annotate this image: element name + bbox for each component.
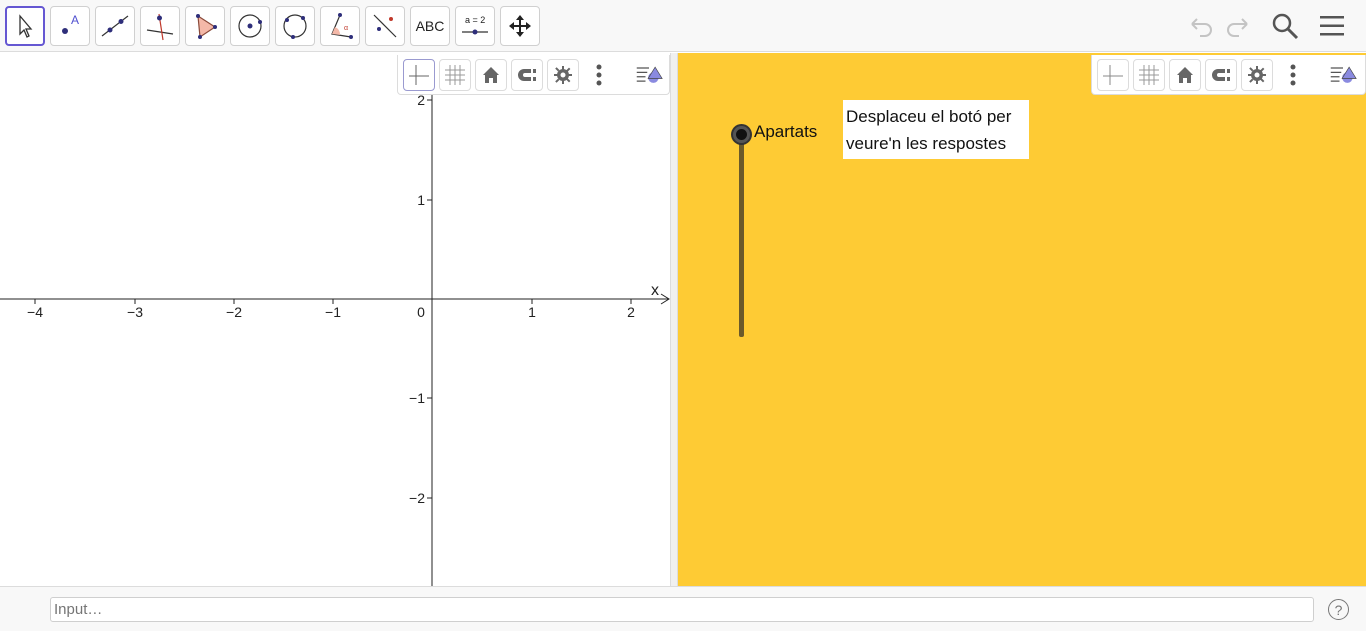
x-axis-name: x <box>651 282 659 299</box>
reflect-tool-button[interactable] <box>365 6 405 46</box>
x-tick-label: 2 <box>627 304 635 320</box>
slider-label: Apartats <box>754 122 818 141</box>
axes-icon <box>409 65 429 85</box>
circle-center-icon <box>238 14 262 38</box>
point-capturing-button[interactable] <box>1205 59 1237 91</box>
graphics-settings-button[interactable] <box>1241 59 1273 91</box>
more-vert-icon <box>596 64 602 86</box>
graphics-1-style-bar <box>397 55 670 95</box>
standard-view-button[interactable] <box>475 59 507 91</box>
menu-icon <box>1320 16 1344 36</box>
graphics-view-2[interactable]: Apartats Desplaceu el botó per veure'n l… <box>678 53 1366 586</box>
help-icon[interactable]: ? <box>1328 599 1349 620</box>
polygon-icon <box>196 14 217 39</box>
x-tick-label: −3 <box>127 304 143 320</box>
slider-icon: a = 2 <box>462 15 488 35</box>
svg-text:A: A <box>71 13 79 27</box>
y-tick-label: −2 <box>409 490 425 506</box>
point-icon: A <box>62 13 79 34</box>
graphics-settings-button[interactable] <box>547 59 579 91</box>
undo-button[interactable] <box>1183 8 1219 44</box>
x-tick-label: −1 <box>325 304 341 320</box>
more-options-button[interactable] <box>1277 59 1309 91</box>
view-divider[interactable] <box>670 53 678 586</box>
toggle-grid-button[interactable] <box>439 59 471 91</box>
polygon-tool-button[interactable] <box>185 6 225 46</box>
x-tick-label: 1 <box>528 304 536 320</box>
gear-icon <box>1248 66 1266 84</box>
slider-track[interactable] <box>739 133 744 337</box>
point-capturing-button[interactable] <box>511 59 543 91</box>
arrow-cursor-icon <box>19 14 33 38</box>
text-tool-button[interactable]: ABC <box>410 6 450 46</box>
search-button[interactable] <box>1267 8 1303 44</box>
slider-handle[interactable] <box>733 126 750 143</box>
y-tick-label: 1 <box>417 192 425 208</box>
redo-icon <box>1227 18 1248 37</box>
graphics-canvas-1[interactable]: −4 −3 −2 −1 0 1 2 2 1 −1 −2 x <box>0 53 670 586</box>
graphics-view-1[interactable]: −4 −3 −2 −1 0 1 2 2 1 −1 −2 x <box>0 53 670 586</box>
search-icon <box>1272 13 1299 40</box>
graphics-2-style-bar <box>1091 55 1366 95</box>
undo-icon <box>1191 18 1212 37</box>
snap-icon <box>1212 69 1230 81</box>
view-menu-icon <box>1330 66 1357 83</box>
perpendicular-icon <box>146 13 174 41</box>
reflect-icon <box>373 14 397 38</box>
snap-icon <box>518 69 536 81</box>
line-tool-button[interactable] <box>95 6 135 46</box>
grid-icon <box>445 65 465 85</box>
text-icon: ABC <box>415 18 445 34</box>
x-tick-label: −4 <box>27 304 43 320</box>
move-graphics-tool-button[interactable] <box>500 6 540 46</box>
slider-icon-label: a = 2 <box>465 15 485 25</box>
view-menu-button[interactable] <box>1325 59 1361 91</box>
move-tool-button[interactable] <box>5 6 45 46</box>
instruction-line-2: veure'n les respostes <box>846 134 1007 153</box>
input-bar: ? <box>0 586 1366 631</box>
circle-tool-button[interactable] <box>230 6 270 46</box>
point-tool-button[interactable]: A <box>50 6 90 46</box>
y-tick-label: −1 <box>409 390 425 406</box>
move-arrows-icon <box>509 15 531 37</box>
toggle-grid-button[interactable] <box>1133 59 1165 91</box>
angle-tool-button[interactable]: α <box>320 6 360 46</box>
standard-view-button[interactable] <box>1169 59 1201 91</box>
slider-tool-button[interactable]: a = 2 <box>455 6 495 46</box>
instruction-text-box: Desplaceu el botó per veure'n les respos… <box>843 100 1029 159</box>
home-icon <box>1177 67 1193 83</box>
view-menu-button[interactable] <box>631 59 667 91</box>
svg-text:α: α <box>344 25 348 32</box>
origin-label: 0 <box>417 304 425 320</box>
axes-icon <box>1103 65 1123 85</box>
perpendicular-tool-button[interactable] <box>140 6 180 46</box>
more-vert-icon <box>1290 64 1296 86</box>
algebra-input-field[interactable] <box>50 597 1314 622</box>
x-tick-label: −2 <box>226 304 242 320</box>
main-menu-button[interactable] <box>1314 8 1350 44</box>
view-menu-icon <box>636 66 663 83</box>
toggle-axes-button[interactable] <box>403 59 435 91</box>
redo-button[interactable] <box>1220 8 1256 44</box>
gear-icon <box>554 66 572 84</box>
circle-three-points-icon <box>283 14 307 39</box>
main-toolbar: A α ABC a = 2 <box>0 0 1366 52</box>
circle-three-points-tool-button[interactable] <box>275 6 315 46</box>
more-options-button[interactable] <box>583 59 615 91</box>
instruction-line-1: Desplaceu el botó per <box>846 107 1012 126</box>
home-icon <box>483 67 499 83</box>
grid-icon <box>1139 65 1159 85</box>
angle-icon: α <box>331 13 353 39</box>
toggle-axes-button[interactable] <box>1097 59 1129 91</box>
line-icon <box>101 15 129 37</box>
